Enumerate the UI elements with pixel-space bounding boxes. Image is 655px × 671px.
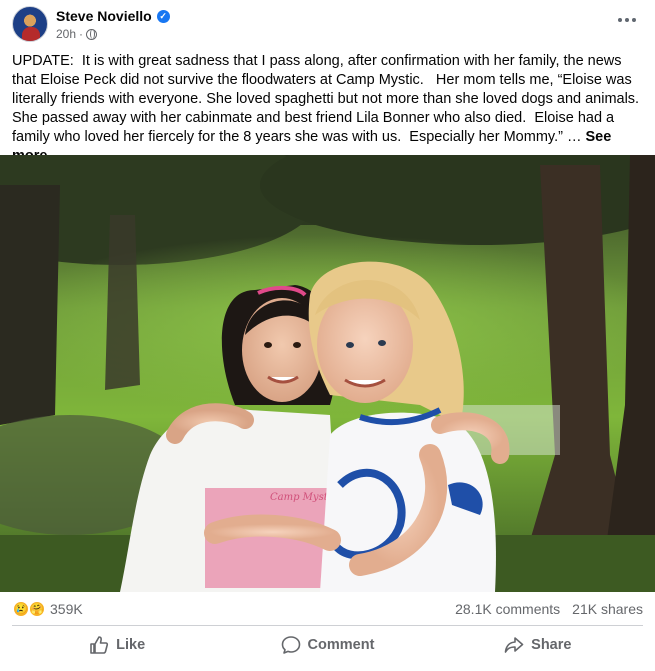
comment-label: Comment xyxy=(307,637,375,653)
author-row: Steve Noviello ✓ xyxy=(56,8,170,24)
shares-count[interactable]: 21K shares xyxy=(572,601,643,617)
share-arrow-icon xyxy=(504,637,524,653)
facebook-post: Steve Noviello ✓ 20h · UPDATE: It is wit… xyxy=(0,0,655,671)
reactions-summary[interactable]: 😢 🤗 359K xyxy=(12,600,83,618)
post-photo[interactable]: Camp Mystic xyxy=(0,155,655,592)
like-label: Like xyxy=(116,637,146,653)
thumbs-up-icon xyxy=(90,636,109,654)
post-timestamp[interactable]: 20h xyxy=(56,27,76,41)
like-button[interactable]: Like xyxy=(12,627,222,663)
comment-button[interactable]: Comment xyxy=(222,627,432,663)
action-bar: Like Comment Share xyxy=(12,627,643,663)
comment-bubble-icon xyxy=(281,636,300,654)
post-body: UPDATE: It is with great sadness that I … xyxy=(12,53,652,145)
post-stats: 😢 🤗 359K 28.1K comments 21K shares xyxy=(0,594,655,624)
verified-badge-icon: ✓ xyxy=(156,9,170,23)
more-options-button[interactable] xyxy=(613,8,641,32)
reactions-count: 359K xyxy=(50,601,83,617)
photo-illustration: Camp Mystic xyxy=(0,155,655,592)
post-meta: 20h · xyxy=(56,27,98,41)
comments-count[interactable]: 28.1K comments xyxy=(455,601,560,617)
post-header: Steve Noviello ✓ 20h · xyxy=(0,0,655,48)
share-label: Share xyxy=(531,637,572,653)
care-reaction-icon: 🤗 xyxy=(28,600,46,618)
more-options-icon xyxy=(618,18,622,22)
author-name[interactable]: Steve Noviello xyxy=(56,8,152,24)
post-text: UPDATE: It is with great sadness that I … xyxy=(12,52,642,166)
engagement-counts: 28.1K comments 21K shares xyxy=(455,601,643,617)
share-button[interactable]: Share xyxy=(433,627,643,663)
divider xyxy=(12,625,643,626)
author-avatar[interactable] xyxy=(12,6,48,42)
globe-icon[interactable] xyxy=(86,28,98,40)
